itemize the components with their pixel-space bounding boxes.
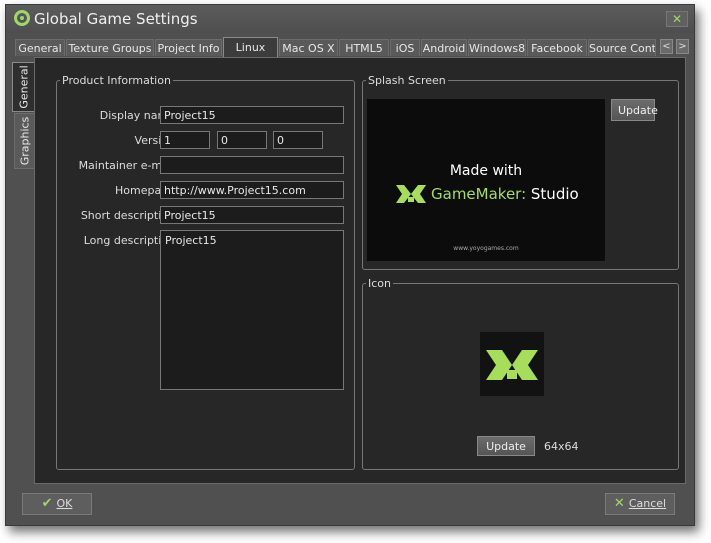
tab-linux[interactable]: Linux [223, 37, 278, 57]
tab-html5[interactable]: HTML5 [339, 39, 389, 56]
close-button[interactable]: ✕ [666, 11, 688, 27]
splash-screen-legend: Splash Screen [368, 74, 446, 87]
tab-facebook[interactable]: Facebook [527, 39, 587, 56]
short-description-input[interactable] [160, 206, 344, 224]
side-tab-graphics[interactable]: Graphics [14, 113, 34, 169]
tab-scroll-left-button[interactable]: < [660, 39, 673, 54]
tab-scroll-right-button[interactable]: > [676, 39, 689, 54]
icon-size-label: 64x64 [544, 440, 579, 453]
version-build-input[interactable] [273, 131, 323, 149]
cancel-button-label: Cancel [628, 497, 667, 510]
window-title: Global Game Settings [34, 10, 198, 28]
gamemaker-app-icon [14, 10, 30, 26]
version-major-input[interactable] [160, 131, 210, 149]
tab-android[interactable]: Android [421, 39, 467, 56]
maintainer-email-input[interactable] [160, 156, 344, 174]
splash-brand-name: GameMaker: [431, 185, 527, 203]
tab-windows8[interactable]: Windows8 [468, 39, 526, 56]
dialog-footer: ✔ OK ✕ Cancel [6, 485, 694, 525]
icon-update-button[interactable]: Update [477, 436, 535, 456]
tab-mac-os-x[interactable]: Mac OS X [279, 39, 338, 56]
version-minor-input[interactable] [217, 131, 267, 149]
tab-texture-groups[interactable]: Texture Groups [66, 39, 154, 56]
side-tab-graphics-label: Graphics [18, 116, 31, 166]
platform-tabs: General Texture Groups Project Info Linu… [12, 37, 692, 57]
gamemaker-logo: GameMaker: Studio [395, 183, 595, 207]
game-icon-preview [480, 332, 544, 396]
long-description-textarea[interactable]: Project15 [160, 230, 344, 390]
display-name-input[interactable] [160, 106, 344, 124]
tab-source-control[interactable]: Source Contro [588, 39, 656, 56]
splash-screen-group: Splash Screen Made with GameMaker: Studi… [362, 74, 679, 270]
ok-button[interactable]: ✔ OK [22, 493, 92, 515]
ok-button-label: OK [56, 497, 73, 510]
tab-general[interactable]: General [15, 39, 65, 56]
settings-window: Global Game Settings ✕ General Texture G… [5, 4, 695, 526]
side-tab-general-label: General [17, 65, 30, 109]
linux-settings-panel: Product Information Display name Version… [34, 57, 686, 484]
title-bar[interactable]: Global Game Settings ✕ [6, 5, 694, 33]
check-icon: ✔ [41, 496, 53, 511]
tab-ios[interactable]: iOS [390, 39, 420, 56]
cancel-button[interactable]: ✕ Cancel [605, 493, 675, 515]
tab-project-info[interactable]: Project Info [155, 39, 222, 56]
splash-update-button[interactable]: Update [611, 99, 658, 121]
splash-made-with-text: Made with [449, 163, 523, 179]
homepage-input[interactable] [160, 181, 344, 199]
product-information-legend: Product Information [62, 74, 171, 87]
side-tab-general[interactable]: General [12, 62, 34, 112]
icon-legend: Icon [368, 277, 391, 290]
gamemaker-logo-icon [396, 185, 426, 203]
splash-screen-preview: Made with GameMaker: Studio www.yoyogame… [367, 99, 605, 261]
splash-url-text: www.yoyogames.com [453, 245, 519, 252]
splash-brand-studio: Studio [526, 185, 579, 203]
icon-group: Icon Update 64x64 [362, 277, 679, 470]
x-icon: ✕ [613, 496, 625, 511]
gamemaker-icon [486, 350, 538, 380]
product-information-group: Product Information Display name Version… [56, 74, 355, 470]
side-tabs: General Graphics [12, 62, 34, 482]
